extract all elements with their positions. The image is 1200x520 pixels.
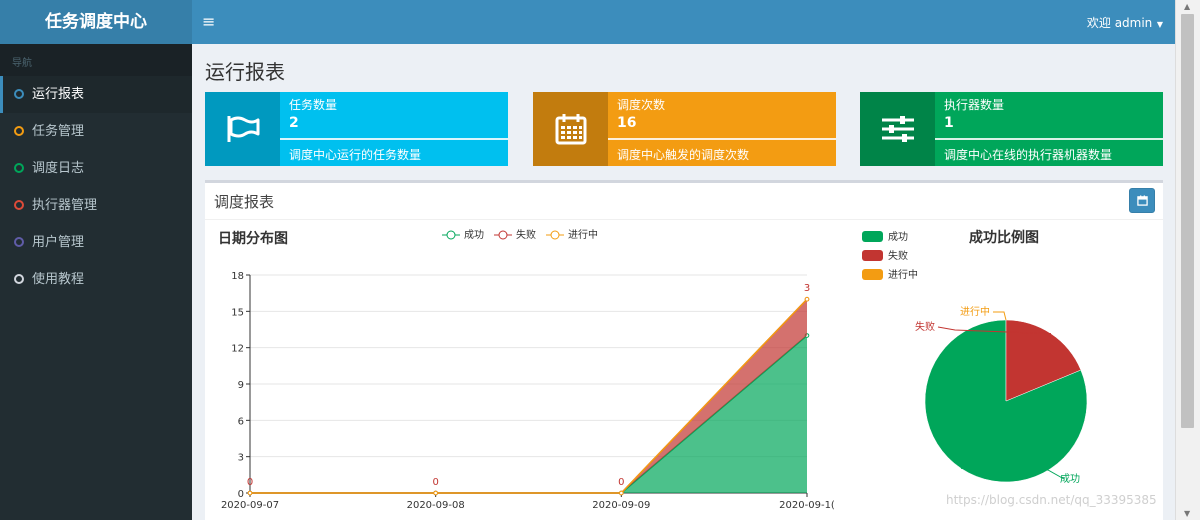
scroll-up-arrow-icon[interactable]: ▲	[1184, 2, 1190, 11]
pie-label-line	[993, 311, 1007, 321]
legend-swatch	[862, 231, 883, 242]
legend-marker	[446, 230, 456, 240]
legend-label: 失败	[516, 228, 536, 241]
y-tick-label: 9	[238, 380, 244, 391]
y-tick-label: 6	[238, 416, 244, 427]
legend-label: 成功	[888, 231, 908, 243]
scroll-down-arrow-icon[interactable]: ▼	[1184, 509, 1190, 518]
legend-swatch	[862, 269, 883, 280]
data-label: 0	[618, 477, 624, 488]
data-point	[804, 296, 810, 302]
data-label: 0	[247, 477, 253, 488]
legend-label: 失败	[888, 249, 908, 262]
y-tick-label: 18	[231, 271, 244, 282]
data-point	[619, 490, 624, 496]
y-tick-label: 12	[231, 344, 244, 355]
y-tick-label: 3	[238, 453, 244, 464]
legend-label: 进行中	[568, 228, 598, 241]
legend-swatch	[862, 250, 883, 261]
scrollbar-thumb[interactable]	[1181, 14, 1194, 428]
data-point	[247, 490, 253, 496]
page-scrollbar[interactable]: ▲ ▼	[1175, 0, 1200, 520]
data-point	[433, 490, 438, 496]
x-tick-label: 2020-09-1(	[779, 500, 835, 511]
x-tick-label: 2020-09-08	[407, 500, 465, 511]
chart-title: 日期分布图	[218, 230, 288, 247]
watermark: https://blog.csdn.net/qq_33395385	[946, 493, 1157, 507]
area-0	[250, 335, 807, 493]
x-tick-label: 2020-09-07	[221, 500, 279, 511]
x-tick-label: 2020-09-09	[592, 500, 650, 511]
legend-label: 成功	[464, 229, 484, 241]
data-label: 3	[804, 283, 810, 294]
pie-label: 失败	[915, 320, 935, 333]
legend-marker	[498, 230, 508, 240]
charts-canvas: 日期分布图 0 3 6 9 12 15 18 2020-09-07 2020-09-08 2020-…	[218, 228, 1088, 511]
legend-label: 进行中	[888, 268, 918, 281]
pie-label: 进行中	[960, 305, 990, 318]
y-tick-label: 15	[231, 307, 244, 318]
legend-marker	[550, 230, 560, 240]
pie-label: 成功	[1060, 473, 1080, 485]
chart-title: 成功比例图	[969, 229, 1039, 246]
data-label: 0	[432, 477, 438, 488]
y-tick-label: 0	[238, 489, 244, 500]
